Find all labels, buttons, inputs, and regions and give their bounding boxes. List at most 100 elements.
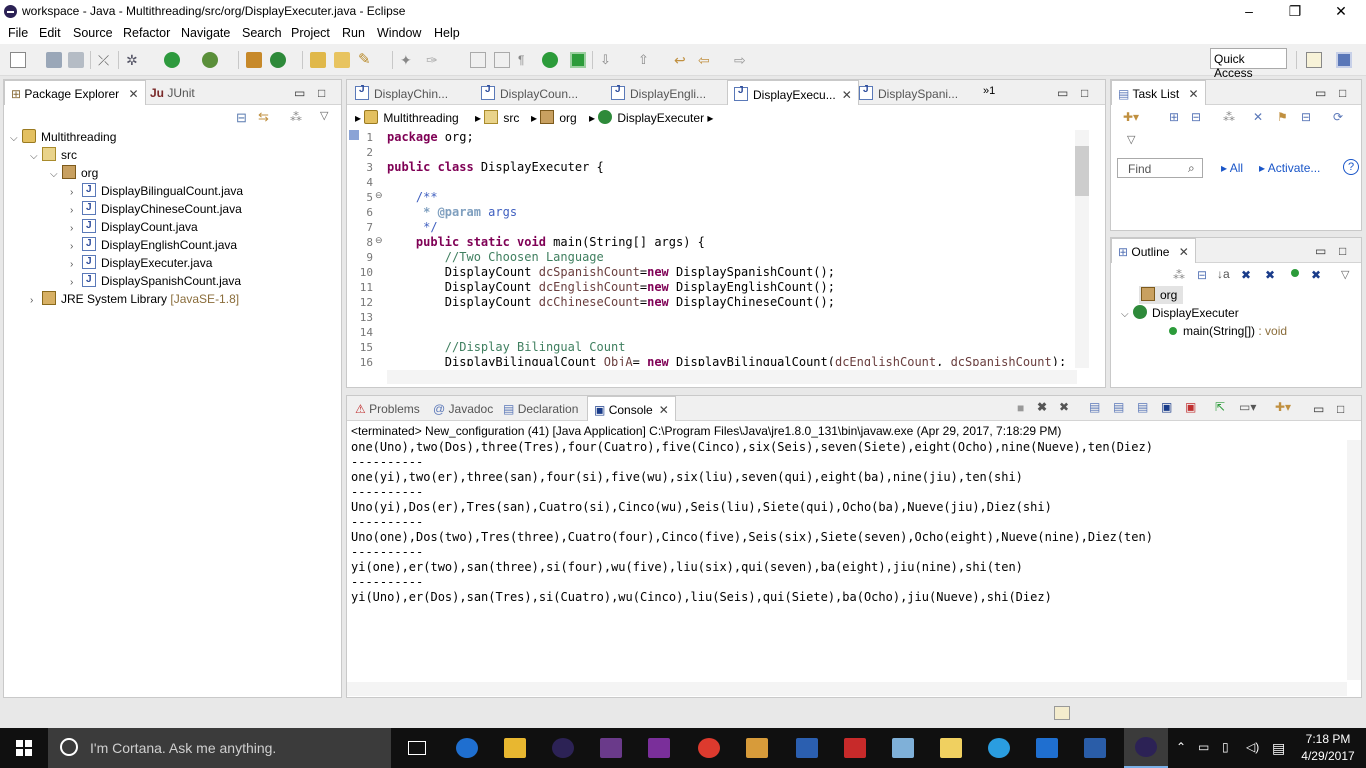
menu-refactor[interactable]: Refactor xyxy=(123,26,170,40)
fold-icon[interactable]: ⊖ xyxy=(375,235,383,246)
tree-file[interactable]: ›DisplayEnglishCount.java xyxy=(70,235,237,254)
tab-outline[interactable]: ⊞ Outline ✕ xyxy=(1111,238,1196,263)
menu-run[interactable]: Run xyxy=(342,26,365,40)
hide-local-types-icon[interactable]: ✖ xyxy=(1311,268,1321,282)
horizontal-scrollbar[interactable] xyxy=(347,682,1347,696)
next-annotation-icon[interactable]: ⇩ xyxy=(600,52,616,68)
prev-annotation-icon[interactable]: ⇧ xyxy=(638,52,654,68)
vertical-scrollbar[interactable] xyxy=(1075,130,1089,368)
close-icon[interactable]: ✕ xyxy=(1189,87,1199,101)
open-perspective-icon[interactable] xyxy=(1306,52,1322,68)
tree-file[interactable]: ›DisplayExecuter.java xyxy=(70,253,212,272)
menu-search[interactable]: Search xyxy=(242,26,282,40)
volume-icon[interactable]: ◁) xyxy=(1246,740,1259,754)
terminate-icon[interactable]: ■ xyxy=(1017,401,1024,415)
maximize-icon[interactable]: □ xyxy=(1337,402,1344,416)
hide-completed-icon[interactable]: ✕ xyxy=(1253,110,1263,124)
tree-jre-library[interactable]: › JRE System Library [JavaSE-1.8] xyxy=(30,290,239,308)
hide-fields-icon[interactable]: ✖ xyxy=(1241,268,1251,282)
categorized-icon[interactable]: ⊞ xyxy=(1169,110,1179,124)
sort-icon[interactable]: ↓a xyxy=(1217,267,1230,281)
annotation-icon[interactable]: ✑ xyxy=(426,52,442,68)
debug-icon[interactable]: ✲ xyxy=(126,52,142,68)
view-menu-icon[interactable]: ▽ xyxy=(320,109,328,122)
new-icon[interactable] xyxy=(10,52,26,68)
coverage-icon[interactable] xyxy=(202,52,218,68)
battery-icon[interactable]: ▭ xyxy=(1198,740,1209,754)
collapse-all-icon[interactable]: ⊟ xyxy=(236,110,247,126)
show-hidden-icons[interactable]: ⌃ xyxy=(1176,740,1186,754)
fold-icon[interactable]: ⊖ xyxy=(375,190,383,201)
horizontal-scrollbar[interactable] xyxy=(387,370,1077,384)
toggle-mark-icon[interactable] xyxy=(494,52,510,68)
paint-icon[interactable] xyxy=(746,738,768,758)
find-input[interactable]: Find ⌕ xyxy=(1117,158,1203,178)
minimize-icon[interactable]: ▭ xyxy=(1315,244,1326,258)
menu-source[interactable]: Source xyxy=(73,26,113,40)
toggle-block-icon[interactable] xyxy=(470,52,486,68)
pin-icon[interactable]: ✦ xyxy=(400,52,416,68)
chrome-icon[interactable] xyxy=(698,738,720,758)
acrobat-icon[interactable] xyxy=(844,738,866,758)
breadcrumb-item[interactable]: ▸ Multithreading xyxy=(355,110,459,125)
breadcrumb-item[interactable]: ▸ DisplayExecuter ▸ xyxy=(589,110,713,125)
menu-edit[interactable]: Edit xyxy=(39,26,61,40)
view-menu-icon[interactable]: ▽ xyxy=(1341,268,1349,281)
clock-time[interactable]: 7:18 PM xyxy=(1298,732,1358,746)
view-menu-icon[interactable]: ▽ xyxy=(1127,133,1135,146)
eclipse-active-task[interactable] xyxy=(1124,728,1168,768)
tab-display-count[interactable]: DisplayCoun... xyxy=(475,80,584,105)
close-icon[interactable]: ✕ xyxy=(659,403,669,417)
sticky-notes-icon[interactable] xyxy=(940,738,962,758)
outline-method[interactable]: main(String[]) : void xyxy=(1169,322,1287,340)
new-task-icon[interactable]: ✚▾ xyxy=(1123,110,1139,124)
maximize-icon[interactable]: □ xyxy=(318,86,325,100)
maximize-icon[interactable]: □ xyxy=(1339,244,1346,258)
filters-icon[interactable]: ⁂ xyxy=(290,110,302,124)
tab-problems[interactable]: ⚠ Problems xyxy=(349,396,426,421)
remove-launch-icon[interactable]: ✖ xyxy=(1037,400,1047,414)
winrar-icon[interactable] xyxy=(600,738,622,758)
tree-src-folder[interactable]: ⌵ src xyxy=(30,146,77,164)
display-console-icon[interactable]: ▭▾ xyxy=(1239,400,1256,414)
menu-navigate[interactable]: Navigate xyxy=(181,26,230,40)
chevron-right-icon[interactable]: › xyxy=(30,292,42,310)
minimize-icon[interactable]: ▭ xyxy=(1057,86,1068,100)
search-icon[interactable]: ✎ xyxy=(358,52,374,68)
forward-icon[interactable]: ⇨ xyxy=(734,52,750,68)
tab-declaration[interactable]: ▤ Declaration xyxy=(497,396,584,421)
back-icon[interactable]: ⇦ xyxy=(698,52,714,68)
new-class-icon[interactable] xyxy=(270,52,286,68)
scheduled-icon[interactable]: ⊟ xyxy=(1191,110,1201,124)
all-link[interactable]: ▸ All xyxy=(1221,161,1243,175)
tab-display-spanish[interactable]: DisplaySpani... xyxy=(853,80,964,105)
tab-task-list[interactable]: ▤ Task List ✕ xyxy=(1111,80,1206,105)
app-icon[interactable] xyxy=(892,738,914,758)
tree-file[interactable]: ›DisplayBilingualCount.java xyxy=(70,181,243,200)
skip-breakpoints-icon[interactable]: ⤫ xyxy=(98,52,114,68)
outlook-icon[interactable] xyxy=(1036,738,1058,758)
minimize-button[interactable]: – xyxy=(1226,0,1272,23)
tab-junit[interactable]: Ju JUnit xyxy=(144,80,201,105)
menu-file[interactable]: File xyxy=(8,26,28,40)
open-type-icon[interactable] xyxy=(310,52,326,68)
activate-link[interactable]: ▸ Activate... xyxy=(1259,161,1320,175)
new-java-project-icon[interactable] xyxy=(246,52,262,68)
tree-file[interactable]: ›DisplaySpanishCount.java xyxy=(70,271,241,290)
focus-icon[interactable]: ⚑ xyxy=(1277,110,1288,124)
task-view-icon[interactable] xyxy=(408,741,426,755)
help-icon[interactable]: ? xyxy=(1343,159,1359,175)
clear-console-icon[interactable]: ▤ xyxy=(1089,400,1100,414)
outline-package-org[interactable]: org xyxy=(1139,286,1184,304)
eclipse-taskbar-icon[interactable] xyxy=(552,738,574,758)
word-wrap-icon[interactable]: ▤ xyxy=(1137,400,1148,414)
show-stdout-icon[interactable]: ▣ xyxy=(1161,400,1172,414)
quick-access-input[interactable]: Quick Access xyxy=(1210,48,1287,80)
tab-package-explorer[interactable]: ⊞ Package Explorer ✕ xyxy=(4,80,146,105)
menu-project[interactable]: Project xyxy=(291,26,330,40)
close-button[interactable]: ✕ xyxy=(1318,0,1364,23)
virtualbox-icon[interactable] xyxy=(1084,738,1106,758)
minimize-icon[interactable]: ▭ xyxy=(294,86,305,100)
tab-console[interactable]: ▣ Console ✕ xyxy=(587,396,676,421)
edge-icon[interactable] xyxy=(456,738,478,758)
